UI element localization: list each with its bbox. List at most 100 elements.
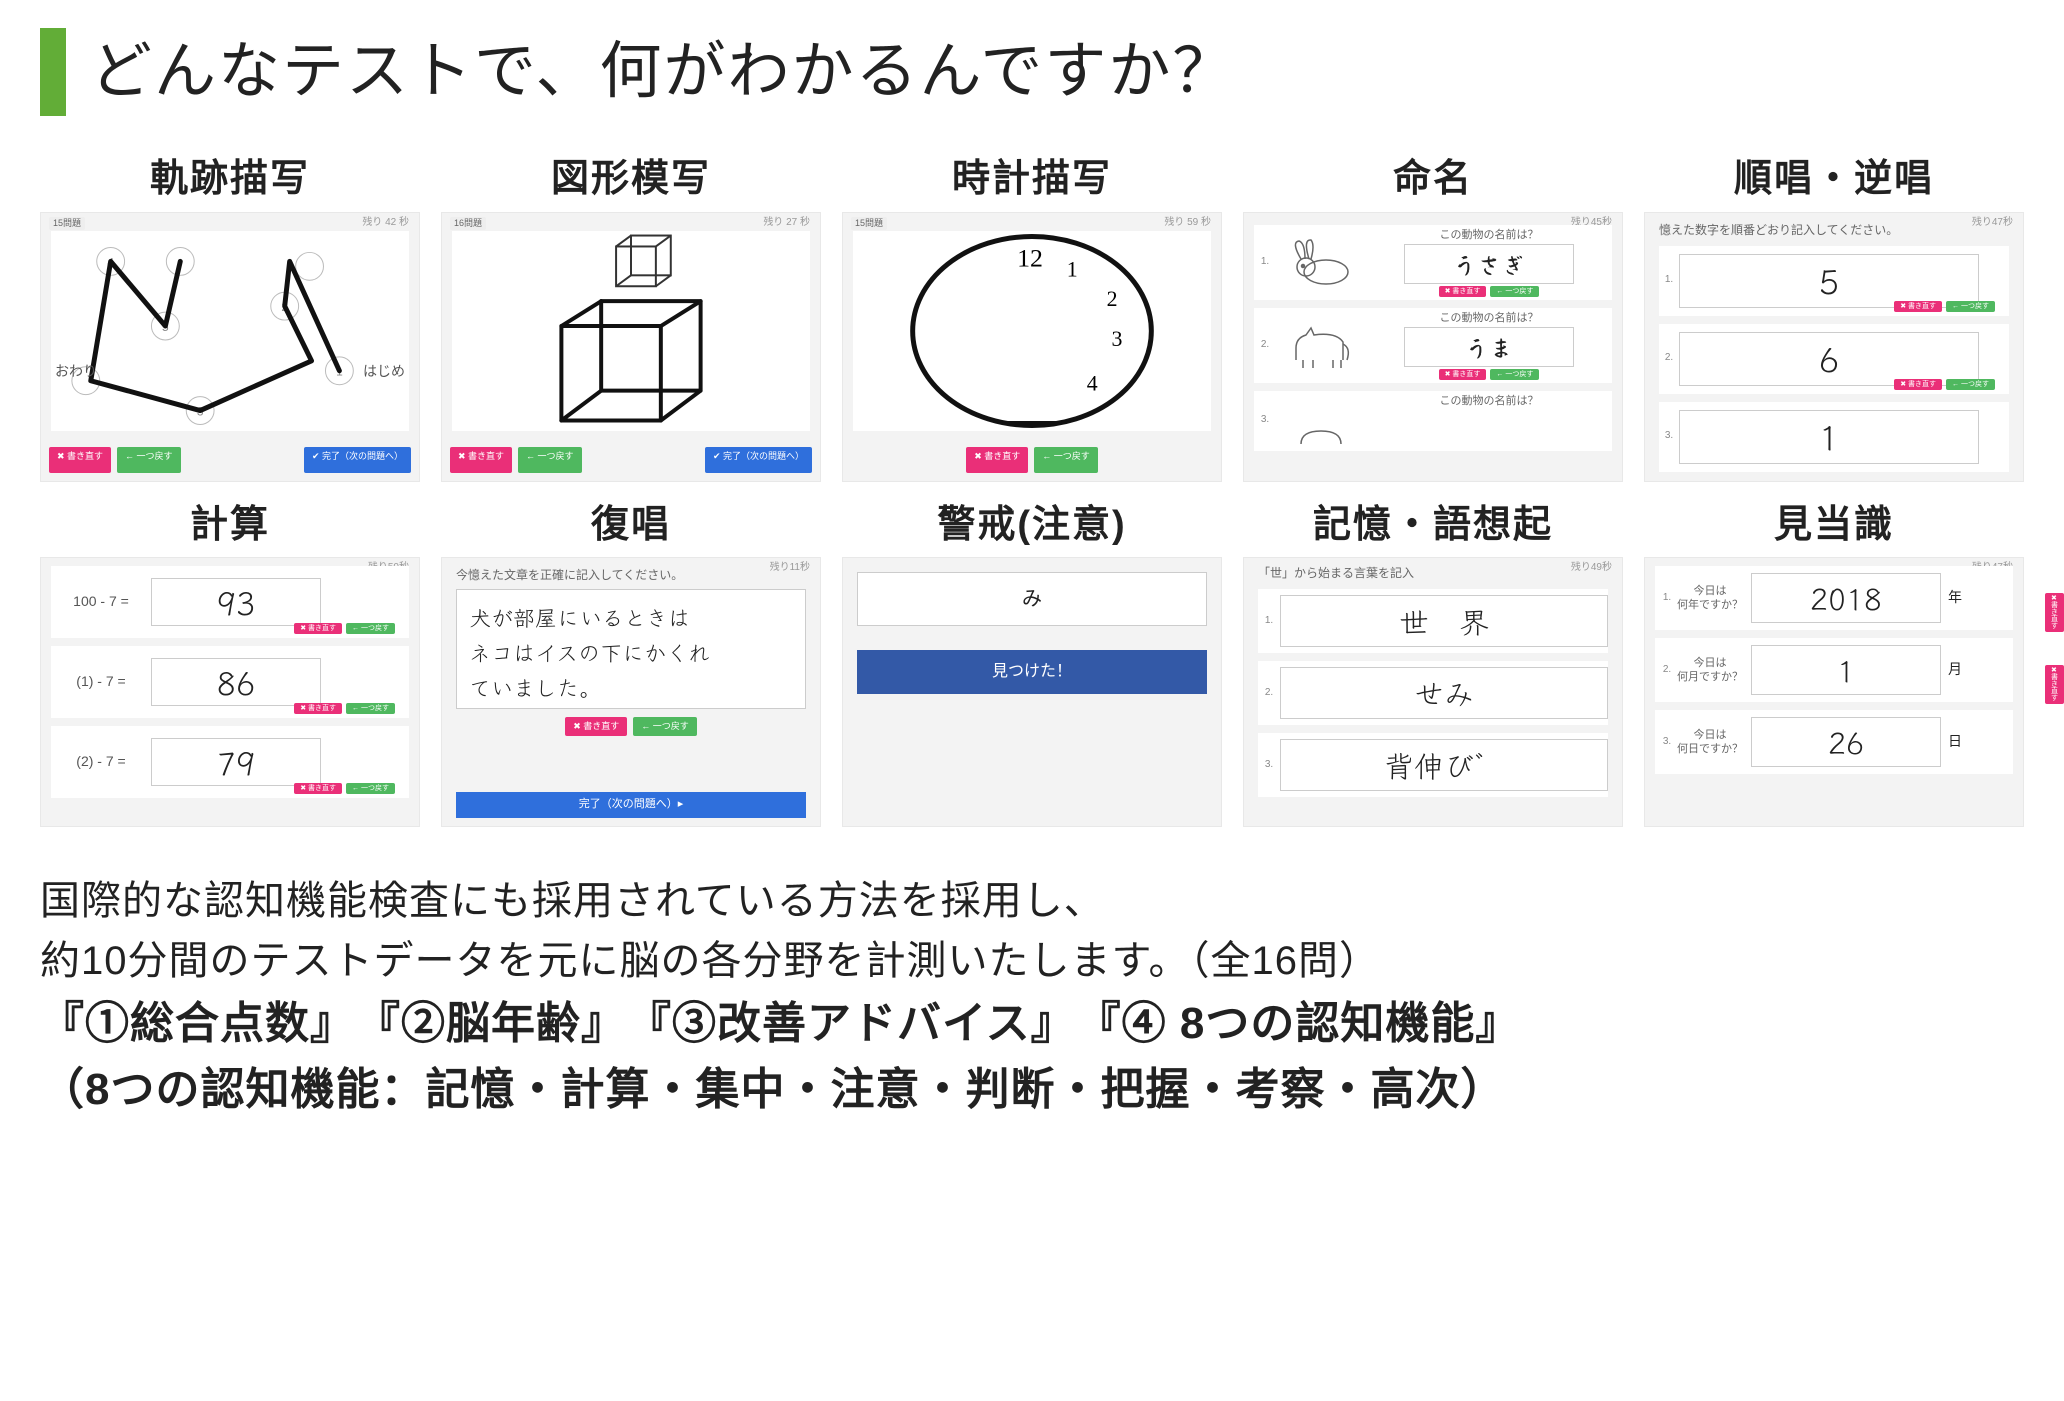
rewrite-button[interactable]: ✖ 書き直す bbox=[294, 703, 342, 714]
rewrite-button[interactable]: ✖ 書き直す bbox=[294, 783, 342, 794]
answer-input[interactable]: 86 bbox=[151, 658, 321, 706]
undo-button[interactable]: ← 一つ戻す bbox=[1490, 369, 1539, 380]
answer-input[interactable]: 2018 bbox=[1751, 573, 1941, 623]
row-index: 1. bbox=[1258, 615, 1280, 628]
line: 犬が部屋にいるときは bbox=[469, 601, 690, 633]
button-row: ✖ 書き直す ← 一つ戻す ✔ 完了（次の問題へ） bbox=[49, 447, 411, 473]
naming-question: この動物の名前は？ bbox=[1440, 229, 1539, 243]
answer-input[interactable]: 世 界 bbox=[1280, 595, 1608, 647]
stimulus-display: み bbox=[857, 572, 1207, 626]
timer-label: 残り49秒 bbox=[1571, 562, 1612, 575]
undo-button[interactable]: ← 一つ戻す bbox=[346, 783, 395, 794]
card-title: 復唱 bbox=[441, 502, 821, 550]
calc-row: 100 - 7 = 93 ✖ 書き直す ← 一つ戻す bbox=[51, 566, 409, 638]
undo-button[interactable]: ← 一つ戻す bbox=[346, 623, 395, 634]
panel: 15問題 残り 42 秒 1 2 3 4 5 はじめ bbox=[40, 212, 420, 482]
rewrite-button[interactable]: ✖ 書き直す bbox=[450, 447, 512, 473]
orientation-question: 今日は 何年ですか？ bbox=[1675, 584, 1745, 613]
orientation-row: 3. 今日は 何日ですか？ 26 日 bbox=[1655, 710, 2013, 774]
undo-button[interactable]: ← 一つ戻す bbox=[346, 703, 395, 714]
animal-icon bbox=[1276, 393, 1366, 448]
question-badge: 15問題 bbox=[49, 217, 85, 230]
line: ていました。 bbox=[469, 671, 601, 703]
card-title: 記憶・語想起 bbox=[1243, 502, 1623, 550]
drawing-canvas[interactable]: 1 2 3 4 5 はじめ おわり bbox=[51, 231, 409, 431]
card-orientation: 見当識 残り47秒 1. 今日は 何年ですか？ 2018 年 ✖ 書き直す← 一… bbox=[1644, 502, 2024, 828]
unit-label: 日 bbox=[1941, 733, 1969, 751]
rewrite-button[interactable]: ✖ 書き直す bbox=[1894, 379, 1942, 390]
undo-button[interactable]: ← 一つ戻す bbox=[1946, 301, 1995, 312]
rewrite-button[interactable]: ✖ 書き直す bbox=[2045, 665, 2064, 704]
undo-button[interactable]: ← 一つ戻す bbox=[1034, 447, 1098, 473]
rewrite-button[interactable]: ✖ 書き直す bbox=[294, 623, 342, 634]
answer-input[interactable]: うま bbox=[1404, 327, 1574, 367]
done-button[interactable]: ✔ 完了（次の問題へ） bbox=[304, 447, 411, 473]
panel: 残り49秒 「世」から始まる言葉を記入 1. 世 界 2. せみ 3. 背伸び゛ bbox=[1243, 557, 1623, 827]
row-index: 1. bbox=[1659, 592, 1675, 605]
panel: 残り47秒 1. 今日は 何年ですか？ 2018 年 ✖ 書き直す← 一つ戻す … bbox=[1644, 557, 2024, 827]
rewrite-button[interactable]: ✖ 書き直す bbox=[565, 717, 627, 736]
digit-row: 3. 1 bbox=[1659, 402, 2009, 472]
panel: 16問題 残り 27 秒 bbox=[441, 212, 821, 482]
answer-input[interactable]: 背伸び゛ bbox=[1280, 739, 1608, 791]
panel: 残り47秒 憶えた数字を順番どおり記入してください。 1. 5 ✖ 書き直す← … bbox=[1644, 212, 2024, 482]
unit-label: 月 bbox=[1941, 661, 1969, 679]
calc-question: 100 - 7 = bbox=[51, 593, 151, 611]
finish-button[interactable]: 完了（次の問題へ）▸ bbox=[456, 792, 806, 818]
unit-label: 年 bbox=[1941, 589, 1969, 607]
row-index: 1. bbox=[1254, 256, 1276, 269]
rewrite-button[interactable]: ✖ 書き直す bbox=[1439, 286, 1487, 297]
rewrite-button[interactable]: ✖ 書き直す bbox=[1439, 369, 1487, 380]
button-row: ✖ 書き直す ← 一つ戻す bbox=[851, 447, 1213, 473]
row-index: 2. bbox=[1659, 664, 1675, 677]
card-calc: 計算 残り50秒 100 - 7 = 93 ✖ 書き直す← 一つ戻す (1) -… bbox=[40, 502, 420, 828]
rewrite-button[interactable]: ✖ 書き直す bbox=[49, 447, 111, 473]
orientation-row: 2. 今日は 何月ですか？ 1 月 ✖ 書き直す← 一つ戻す bbox=[1655, 638, 2013, 702]
card-trail: 軌跡描写 15問題 残り 42 秒 1 2 3 4 5 bbox=[40, 156, 420, 482]
answer-input[interactable]: 79 bbox=[151, 738, 321, 786]
card-digitspan: 順唱・逆唱 残り47秒 憶えた数字を順番どおり記入してください。 1. 5 ✖ … bbox=[1644, 156, 2024, 482]
answer-input[interactable]: 26 bbox=[1751, 717, 1941, 767]
row-index: 2. bbox=[1258, 687, 1280, 700]
drawing-canvas[interactable]: 12 1 2 3 4 bbox=[853, 231, 1211, 431]
undo-button[interactable]: ← 一つ戻す bbox=[1946, 379, 1995, 390]
svg-text:4: 4 bbox=[1087, 371, 1098, 395]
answer-input[interactable]: 5 bbox=[1679, 254, 1979, 308]
answer-input[interactable]: 犬が部屋にいるときは ネコはイスの下にかくれ ていました。 bbox=[456, 589, 806, 709]
card-title: 軌跡描写 bbox=[40, 156, 420, 204]
answer-input[interactable]: うさぎ bbox=[1404, 244, 1574, 284]
rewrite-button[interactable]: ✖ 書き直す bbox=[966, 447, 1028, 473]
card-repeat: 復唱 残り11秒 今憶えた文章を正確に記入してください。 犬が部屋にいるときは … bbox=[441, 502, 821, 828]
row-index: 3. bbox=[1258, 759, 1280, 772]
undo-button[interactable]: ← 一つ戻す bbox=[518, 447, 582, 473]
calc-question: (1) - 7 = bbox=[51, 673, 151, 691]
digit-row: 2. 6 ✖ 書き直す← 一つ戻す bbox=[1659, 324, 2009, 394]
fluency-row: 3. 背伸び゛ bbox=[1258, 733, 1608, 797]
card-title: 警戒(注意) bbox=[842, 502, 1222, 550]
undo-button[interactable]: ← 一つ戻す bbox=[117, 447, 181, 473]
answer-input[interactable]: 1 bbox=[1751, 645, 1941, 695]
digit-row: 1. 5 ✖ 書き直す← 一つ戻す bbox=[1659, 246, 2009, 316]
drawing-canvas[interactable] bbox=[452, 231, 810, 431]
question-badge: 16問題 bbox=[450, 217, 486, 230]
orientation-question: 今日は 何日ですか？ bbox=[1675, 728, 1745, 757]
calc-row: (2) - 7 = 79 ✖ 書き直す← 一つ戻す bbox=[51, 726, 409, 798]
undo-button[interactable]: ← 一つ戻す bbox=[633, 717, 697, 736]
card-fluency: 記憶・語想起 残り49秒 「世」から始まる言葉を記入 1. 世 界 2. せみ … bbox=[1243, 502, 1623, 828]
found-button[interactable]: 見つけた！ bbox=[857, 650, 1207, 694]
answer-input[interactable]: 6 bbox=[1679, 332, 1979, 386]
instruction-text: 今憶えた文章を正確に記入してください。 bbox=[456, 568, 820, 583]
answer-input[interactable]: せみ bbox=[1280, 667, 1608, 719]
svg-text:1: 1 bbox=[1067, 257, 1078, 281]
done-button[interactable]: ✔ 完了（次の問題へ） bbox=[705, 447, 812, 473]
naming-question: この動物の名前は？ bbox=[1440, 312, 1539, 326]
answer-input[interactable]: 93 bbox=[151, 578, 321, 626]
row-index: 3. bbox=[1659, 736, 1675, 749]
heading-row: どんなテストで、何がわかるんですか？ bbox=[40, 28, 2024, 116]
answer-input[interactable]: 1 bbox=[1679, 410, 1979, 464]
instruction-text: 憶えた数字を順番どおり記入してください。 bbox=[1659, 223, 2023, 238]
rewrite-button[interactable]: ✖ 書き直す bbox=[1894, 301, 1942, 312]
undo-button[interactable]: ← 一つ戻す bbox=[1490, 286, 1539, 297]
rewrite-button[interactable]: ✖ 書き直す bbox=[2045, 593, 2064, 632]
timer-label: 残り 42 秒 bbox=[362, 217, 409, 230]
